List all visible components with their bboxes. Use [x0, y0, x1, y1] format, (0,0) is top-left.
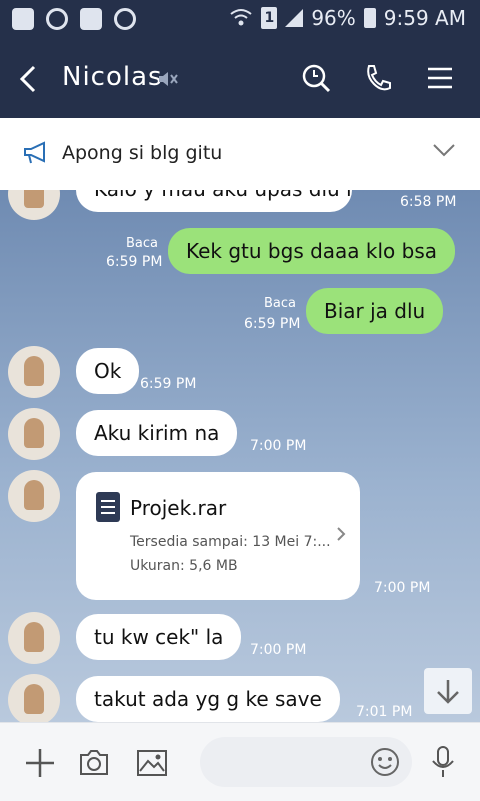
chevron-right-icon: [336, 526, 346, 547]
sim-icon: 1: [261, 7, 278, 29]
message-bubble[interactable]: takut ada yg g ke save: [76, 676, 340, 722]
chat-title[interactable]: Nicolas: [62, 62, 163, 92]
gallery-icon[interactable]: [136, 749, 168, 781]
signal-icon: [285, 9, 304, 27]
message-bubble[interactable]: tu kw cek" la: [76, 614, 242, 660]
search-icon[interactable]: [300, 62, 332, 94]
avatar[interactable]: [8, 674, 60, 722]
message-input[interactable]: [200, 737, 412, 787]
chat-notification-icon: [12, 8, 34, 30]
message-time: 7:00 PM: [374, 580, 431, 596]
instagram-icon: [46, 8, 68, 30]
scroll-to-bottom-button[interactable]: [424, 668, 472, 714]
message-bubble[interactable]: Biar ja dlu: [306, 288, 444, 334]
read-receipt: Baca: [126, 236, 158, 251]
location-icon: [114, 8, 136, 30]
call-icon[interactable]: [362, 62, 394, 94]
message-bubble[interactable]: Ok: [76, 348, 140, 394]
announcement-text: Apong si blg gitu: [62, 142, 223, 164]
message-time: 6:58 PM: [400, 194, 457, 210]
microphone-icon[interactable]: [430, 745, 456, 783]
document-icon: [96, 492, 120, 522]
message-bubble[interactable]: Aku kirim na: [76, 410, 238, 456]
avatar[interactable]: [8, 470, 60, 522]
mute-icon: [156, 68, 178, 95]
file-size: Ukuran: 5,6 MB: [130, 558, 238, 574]
avatar[interactable]: [8, 190, 60, 220]
status-bar: 1 96% 9:59 AM: [0, 0, 480, 40]
clock: 9:59 AM: [383, 6, 466, 30]
file-expiry: Tersedia sampai: 13 Mei 7:...: [130, 534, 331, 550]
chevron-down-icon[interactable]: [432, 142, 456, 162]
message-time: 6:59 PM: [106, 254, 163, 270]
message-time: 6:59 PM: [244, 316, 301, 332]
message-time: 7:00 PM: [250, 642, 307, 658]
gallery-icon: [80, 8, 102, 30]
avatar[interactable]: [8, 612, 60, 664]
megaphone-icon: [22, 140, 48, 170]
camera-icon[interactable]: [78, 747, 110, 781]
message-bubble[interactable]: Kek gtu bgs daaa klo bsa: [168, 228, 456, 274]
wifi-icon: [229, 8, 253, 28]
message-time: 7:00 PM: [250, 438, 307, 454]
system-indicators: 1 96% 9:59 AM: [229, 6, 466, 30]
emoji-icon[interactable]: [370, 747, 400, 781]
message-time: 6:59 PM: [140, 376, 197, 392]
message-time: 7:01 PM: [356, 704, 413, 720]
back-button[interactable]: [18, 64, 38, 100]
message-composer: [0, 722, 480, 801]
chat-history[interactable]: Kalo y mau aku upas dlu ni 6:58 PM Baca …: [0, 190, 480, 722]
avatar[interactable]: [8, 346, 60, 398]
message-bubble[interactable]: Kalo y mau aku upas dlu ni: [76, 190, 352, 212]
plus-icon[interactable]: [24, 747, 56, 783]
chat-header: Nicolas: [0, 40, 480, 118]
notification-icons: [12, 8, 136, 30]
menu-icon[interactable]: [426, 62, 458, 94]
battery-percent: 96%: [311, 6, 356, 30]
avatar[interactable]: [8, 408, 60, 460]
announcement-bar[interactable]: Apong si blg gitu: [0, 118, 480, 191]
file-name: Projek.rar: [130, 496, 227, 520]
battery-icon: [363, 8, 376, 28]
read-receipt: Baca: [264, 296, 296, 311]
file-attachment[interactable]: Projek.rar Tersedia sampai: 13 Mei 7:...…: [76, 472, 360, 600]
